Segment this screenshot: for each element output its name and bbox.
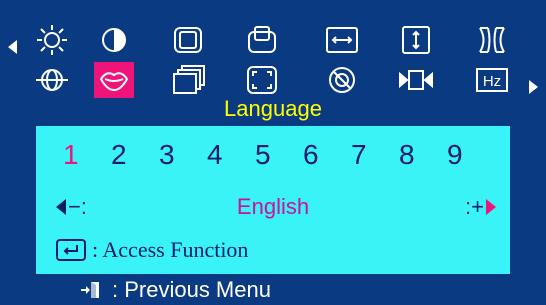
increase-label: :+ bbox=[465, 194, 484, 219]
access-function-hint: : Access Function bbox=[56, 236, 248, 264]
language-number-7[interactable]: 7 bbox=[351, 138, 399, 172]
degauss-icon[interactable] bbox=[322, 62, 362, 98]
moire-icon[interactable] bbox=[396, 62, 436, 98]
section-title: Language bbox=[224, 96, 322, 121]
left-arrow-icon bbox=[56, 199, 66, 215]
contrast-icon[interactable] bbox=[94, 22, 134, 58]
language-icon[interactable] bbox=[94, 62, 134, 98]
current-language: English bbox=[236, 194, 310, 219]
language-number-1[interactable]: 1 bbox=[63, 138, 111, 172]
osd-menu: Hz Language 1 2 3 4 5 6 7 8 9 English −:… bbox=[0, 0, 546, 305]
language-number-5[interactable]: 5 bbox=[255, 138, 303, 172]
exit-door-icon bbox=[80, 280, 100, 300]
multi-window-icon[interactable] bbox=[168, 62, 208, 98]
decrease-label: −: bbox=[68, 194, 87, 219]
frequency-icon[interactable]: Hz bbox=[472, 62, 512, 98]
vertical-size-icon[interactable] bbox=[396, 22, 436, 58]
language-panel: 1 2 3 4 5 6 7 8 9 English −: :+ : Access… bbox=[36, 126, 510, 274]
increase-control[interactable]: :+ bbox=[465, 192, 496, 222]
language-number-6[interactable]: 6 bbox=[303, 138, 351, 172]
scroll-left-arrow-icon[interactable] bbox=[8, 40, 17, 54]
language-number-2[interactable]: 2 bbox=[111, 138, 159, 172]
language-number-9[interactable]: 9 bbox=[447, 138, 495, 172]
decrease-control[interactable]: −: bbox=[56, 192, 87, 222]
horizontal-size-icon[interactable] bbox=[322, 22, 362, 58]
brightness-icon[interactable] bbox=[32, 22, 72, 58]
previous-menu-text: : Previous Menu bbox=[112, 277, 271, 302]
image-position-icon[interactable] bbox=[242, 22, 282, 58]
image-size-icon[interactable] bbox=[168, 22, 208, 58]
pincushion-icon[interactable] bbox=[472, 22, 512, 58]
language-selector: English −: :+ bbox=[36, 192, 510, 222]
svg-text:Hz: Hz bbox=[483, 73, 501, 90]
language-number-4[interactable]: 4 bbox=[207, 138, 255, 172]
right-arrow-icon bbox=[486, 199, 496, 215]
language-number-8[interactable]: 8 bbox=[399, 138, 447, 172]
scroll-right-arrow-icon[interactable] bbox=[529, 80, 538, 94]
rotation-icon[interactable] bbox=[32, 62, 72, 98]
previous-menu-hint[interactable]: : Previous Menu bbox=[80, 276, 271, 304]
enter-key-icon bbox=[56, 239, 86, 261]
access-function-text: : Access Function bbox=[92, 237, 249, 262]
language-number-list: 1 2 3 4 5 6 7 8 9 bbox=[63, 138, 495, 172]
language-number-3[interactable]: 3 bbox=[159, 138, 207, 172]
zoom-icon[interactable] bbox=[242, 62, 282, 98]
icon-grid: Hz bbox=[0, 18, 546, 98]
